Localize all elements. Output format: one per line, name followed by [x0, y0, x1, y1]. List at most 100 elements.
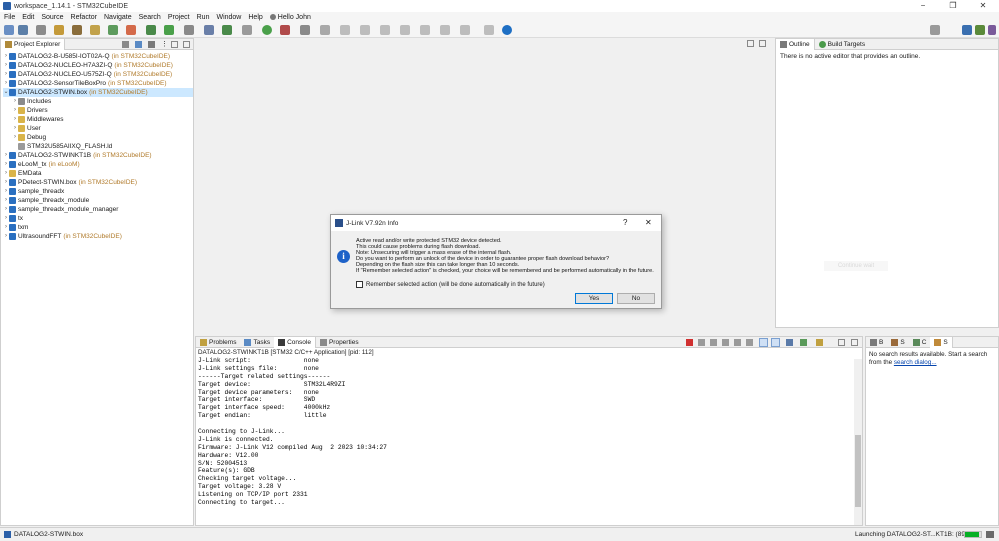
terminate-console-icon[interactable] — [686, 339, 693, 346]
search-dialog-link[interactable]: search dialog... — [894, 359, 937, 366]
tab-project-explorer[interactable]: Project Explorer — [1, 38, 66, 50]
pin-icon[interactable] — [460, 25, 470, 35]
collapse-all-icon[interactable] — [122, 41, 129, 48]
console-scroll-thumb[interactable] — [855, 435, 861, 507]
tab-problems[interactable]: Problems — [196, 337, 240, 348]
cpp-perspective-icon[interactable] — [962, 25, 972, 35]
minimize-button[interactable]: − — [908, 0, 938, 12]
console-minimize-icon[interactable] — [838, 339, 845, 346]
next-annotation-icon[interactable] — [360, 25, 370, 35]
maximize-view-icon[interactable] — [183, 41, 190, 48]
tab-search[interactable]: S — [930, 336, 953, 348]
yes-button[interactable]: Yes — [575, 293, 613, 304]
tab-c[interactable]: C — [909, 337, 931, 348]
tree-item[interactable]: › UltrasoundFFT (in STM32CubeIDE) — [3, 232, 193, 241]
tree-item[interactable]: › sample_threadx_module — [3, 196, 193, 205]
save-icon[interactable] — [18, 25, 28, 35]
restore-button[interactable]: ❐ — [938, 0, 968, 12]
tree-item[interactable]: › Includes — [3, 97, 193, 106]
menu-search[interactable]: Search — [139, 14, 161, 21]
close-window-button[interactable]: ✕ — [968, 0, 998, 12]
hammer-icon[interactable] — [72, 25, 82, 35]
tree-item[interactable]: › sample_threadx_module_manager — [3, 205, 193, 214]
menu-run[interactable]: Run — [197, 14, 210, 21]
tree-item[interactable]: STM32U585AIIXQ_FLASH.ld — [3, 142, 193, 151]
menu-help[interactable]: Help — [248, 14, 262, 21]
menu-edit[interactable]: Edit — [22, 14, 34, 21]
console-maximize-icon[interactable] — [851, 339, 858, 346]
build-settings-icon[interactable] — [36, 25, 46, 35]
tree-item[interactable]: › txm — [3, 223, 193, 232]
search-toolbar-icon[interactable] — [930, 25, 940, 35]
tree-item[interactable]: › Debug — [3, 133, 193, 142]
debug-icon[interactable] — [146, 25, 156, 35]
tree-item[interactable]: › sample_threadx — [3, 187, 193, 196]
menu-source[interactable]: Source — [41, 14, 63, 21]
toggle-icon[interactable] — [300, 25, 310, 35]
remember-checkbox[interactable] — [356, 281, 363, 288]
tree-item[interactable]: › Drivers — [3, 106, 193, 115]
tree-item[interactable]: › PDetect-STWIN.box (in STM32CubeIDE) — [3, 178, 193, 187]
display-console-icon[interactable] — [800, 339, 807, 346]
menu-project[interactable]: Project — [168, 14, 190, 21]
open-perspective-icon[interactable] — [484, 25, 494, 35]
remove-launch-icon[interactable] — [698, 339, 705, 346]
remember-checkbox-row[interactable]: Remember selected action (will be done a… — [356, 281, 545, 288]
play-icon[interactable] — [262, 25, 272, 35]
open-type-icon[interactable] — [204, 25, 214, 35]
progress-view-icon[interactable] — [986, 531, 994, 538]
scroll-lock-icon[interactable] — [734, 339, 741, 346]
tab-build-targets[interactable]: Build Targets — [815, 39, 869, 50]
tree-item[interactable]: › DATALOG2-SensorTileBoxPro (in STM32CubeI… — [3, 79, 193, 88]
stcube-icon[interactable] — [90, 25, 100, 35]
last-edit-icon[interactable] — [400, 25, 410, 35]
progress-bar[interactable] — [964, 531, 982, 538]
clear-console-icon[interactable] — [722, 339, 729, 346]
device-perspective-icon[interactable] — [988, 25, 996, 35]
tab-b[interactable]: B — [866, 337, 887, 348]
tree-item[interactable]: ⌄ DATALOG2-STWIN.box (in STM32CubeIDE) — [3, 88, 193, 97]
open-console-icon[interactable] — [816, 339, 823, 346]
view-menu-icon[interactable]: ⋮ — [161, 41, 168, 48]
menu-navigate[interactable]: Navigate — [104, 14, 132, 21]
tree-item[interactable]: › eLooM_tx (in eLooM) — [3, 160, 193, 169]
format-icon[interactable] — [320, 25, 330, 35]
tree-item[interactable]: › Middlewares — [3, 115, 193, 124]
user-menu[interactable]: Hello John — [269, 14, 311, 21]
comment-icon[interactable] — [340, 25, 350, 35]
editor-maximize-icon[interactable] — [759, 40, 766, 47]
menu-refactor[interactable]: Refactor — [71, 14, 97, 21]
tab-outline[interactable]: Outline — [776, 38, 815, 50]
show-on-error-icon[interactable] — [771, 338, 780, 347]
menu-window[interactable]: Window — [216, 14, 241, 21]
terminate-icon[interactable] — [126, 25, 136, 35]
word-wrap-icon[interactable] — [746, 339, 753, 346]
tree-item[interactable]: › DATALOG2-STWINKT1B (in STM32CubeIDE) — [3, 151, 193, 160]
minimize-view-icon[interactable] — [171, 41, 178, 48]
pin-console-icon[interactable] — [786, 339, 793, 346]
tab-tasks[interactable]: Tasks — [240, 337, 274, 348]
remove-all-icon[interactable] — [710, 339, 717, 346]
show-on-output-icon[interactable] — [759, 338, 768, 347]
tree-item[interactable]: › EMData — [3, 169, 193, 178]
editor-minimize-icon[interactable] — [747, 40, 754, 47]
new-icon[interactable] — [4, 25, 14, 35]
tab-properties[interactable]: Properties — [316, 337, 363, 348]
tab-s1[interactable]: S — [887, 337, 908, 348]
console-output[interactable]: J-Link script: none J-Link settings file:… — [196, 357, 862, 507]
run-icon[interactable] — [164, 25, 174, 35]
debug-perspective-icon[interactable] — [975, 25, 985, 35]
tab-console[interactable]: Console — [274, 336, 316, 348]
menu-file[interactable]: File — [4, 14, 15, 21]
dialog-close-button[interactable]: ✕ — [645, 218, 652, 227]
tree-item[interactable]: › tx — [3, 214, 193, 223]
debug-config-icon[interactable] — [108, 25, 118, 35]
tree-item[interactable]: › DATALOG2-B-U585I-IOT02A-Q (in STM32CubeI… — [3, 52, 193, 61]
build-icon[interactable] — [54, 25, 64, 35]
search-icon[interactable] — [242, 25, 252, 35]
link-editor-icon[interactable] — [135, 41, 142, 48]
tree-item[interactable]: › DATALOG2-NUCLEO-U575ZI-Q (in STM32CubeID… — [3, 70, 193, 79]
external-tools-icon[interactable] — [184, 25, 194, 35]
forward-icon[interactable] — [440, 25, 450, 35]
prev-annotation-icon[interactable] — [380, 25, 390, 35]
